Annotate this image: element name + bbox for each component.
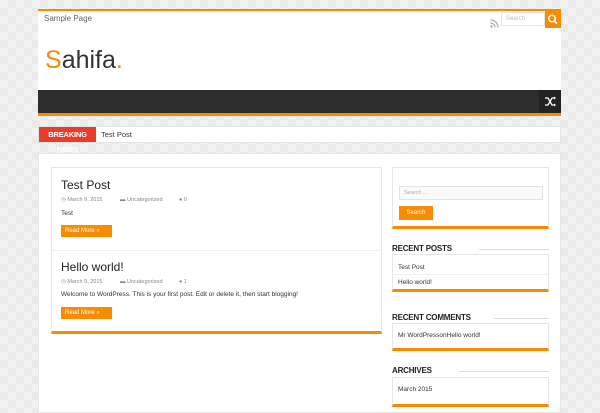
post-excerpt: Welcome to WordPress. This is your first… bbox=[61, 291, 298, 298]
recent-comments-widget: Mr WordPressonHello world! bbox=[392, 323, 549, 351]
read-more-button[interactable]: Read More » bbox=[61, 225, 112, 237]
recent-post-link[interactable]: Test Post bbox=[398, 264, 425, 271]
post-category-text: Uncategorized bbox=[127, 197, 163, 203]
comment-on: on bbox=[439, 332, 447, 339]
post-comments-count: 0 bbox=[183, 197, 187, 203]
comment-author[interactable]: Mr WordPress bbox=[398, 332, 439, 339]
recent-posts-widget: Test Post Hello world! bbox=[392, 254, 549, 292]
post-category[interactable]: ▬ Uncategorized bbox=[120, 197, 169, 203]
top-search-input[interactable]: Search bbox=[501, 12, 545, 26]
archives-widget: March 2015 bbox=[392, 377, 549, 407]
site-header: Sahifa. bbox=[38, 28, 561, 90]
post-title[interactable]: Hello world! bbox=[61, 260, 124, 274]
logo-dot: . bbox=[115, 46, 123, 74]
logo-initial: S bbox=[45, 46, 62, 74]
random-article-button[interactable] bbox=[539, 90, 561, 113]
post-comments[interactable]: ● 1 bbox=[179, 279, 193, 285]
widget-divider bbox=[393, 274, 548, 275]
post-title[interactable]: Test Post bbox=[61, 178, 110, 192]
recent-comments-title: RECENT COMMENTS bbox=[392, 313, 471, 322]
recent-post-link[interactable]: Hello world! bbox=[398, 279, 432, 286]
sidebar-search-input[interactable]: Search ... bbox=[399, 186, 543, 200]
top-bar: Sample Page Search bbox=[38, 9, 561, 28]
sidebar-search-widget: Search ... Search bbox=[392, 167, 549, 229]
breaking-news-bar: BREAKING NEWS Test Post bbox=[38, 126, 561, 154]
post-meta: ◷ March 9, 2015 ▬ Uncategorized ● 1 bbox=[61, 279, 187, 285]
top-search-button[interactable] bbox=[545, 11, 561, 28]
read-more-button[interactable]: Read More » bbox=[61, 307, 112, 319]
post-category[interactable]: ▬ Uncategorized bbox=[120, 279, 169, 285]
top-menu-sample-page[interactable]: Sample Page bbox=[44, 14, 92, 23]
breaking-news-label: BREAKING NEWS bbox=[39, 127, 96, 154]
rss-icon[interactable] bbox=[490, 15, 499, 28]
post-meta: ◷ March 9, 2015 ▬ Uncategorized ● 0 bbox=[61, 197, 187, 203]
post-item: Hello world! ◷ March 9, 2015 ▬ Uncategor… bbox=[52, 251, 381, 333]
post-date: ◷ March 9, 2015 bbox=[61, 279, 103, 285]
post-date-text: March 9, 2015 bbox=[67, 279, 103, 285]
logo-text: ahifa bbox=[61, 46, 116, 74]
random-icon bbox=[545, 96, 556, 107]
post-date: ◷ March 9, 2015 bbox=[61, 197, 103, 203]
post-date-text: March 9, 2015 bbox=[67, 197, 103, 203]
recent-posts-title: RECENT POSTS bbox=[392, 244, 452, 253]
post-item: Test Post ◷ March 9, 2015 ▬ Uncategorize… bbox=[52, 168, 381, 250]
widget-title-divider bbox=[479, 249, 549, 250]
widget-title-divider bbox=[459, 371, 549, 372]
post-category-text: Uncategorized bbox=[127, 279, 163, 285]
site-logo[interactable]: Sahifa. bbox=[45, 46, 123, 75]
post-comments[interactable]: ● 0 bbox=[179, 197, 193, 203]
search-icon bbox=[547, 14, 558, 25]
main-navigation bbox=[38, 90, 561, 116]
recent-comment: Mr WordPressonHello world! bbox=[398, 332, 481, 339]
content-container: Test Post ◷ March 9, 2015 ▬ Uncategorize… bbox=[38, 153, 561, 413]
comment-post-link[interactable]: Hello world! bbox=[447, 332, 481, 339]
post-list: Test Post ◷ March 9, 2015 ▬ Uncategorize… bbox=[51, 167, 382, 334]
post-excerpt: Test bbox=[61, 210, 73, 217]
breaking-news-item[interactable]: Test Post bbox=[101, 130, 132, 139]
sidebar-search-button[interactable]: Search bbox=[399, 206, 433, 220]
archives-title: ARCHIVES bbox=[392, 366, 432, 375]
archive-link[interactable]: March 2015 bbox=[398, 386, 432, 393]
post-comments-count: 1 bbox=[183, 279, 187, 285]
widget-title-divider bbox=[494, 318, 549, 319]
